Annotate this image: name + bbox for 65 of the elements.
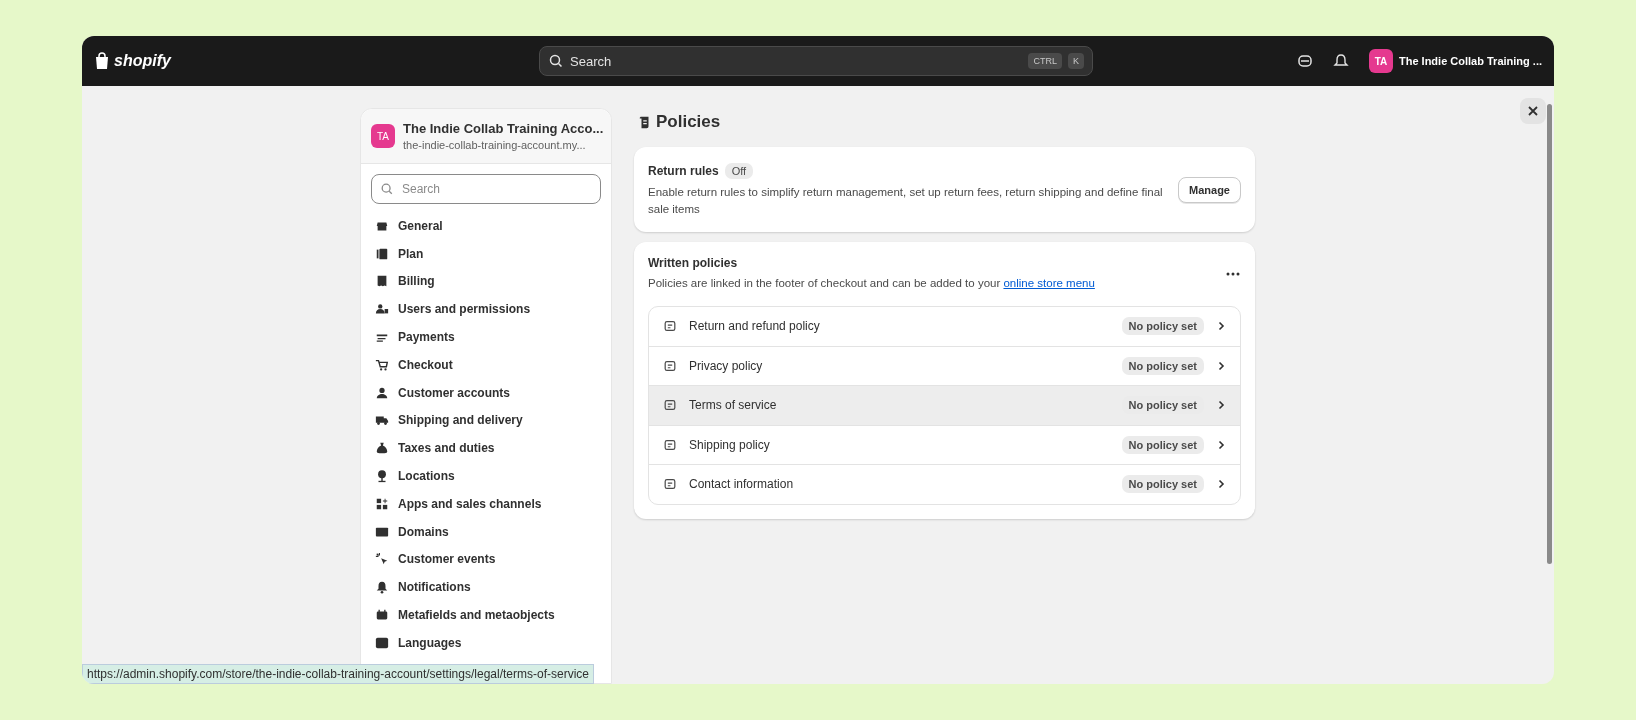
search-field[interactable]: Search CTRL K <box>539 46 1093 76</box>
manage-button[interactable]: Manage <box>1178 176 1241 203</box>
logo-text: shopify <box>114 52 171 70</box>
link-url-tooltip: https://admin.shopify.com/store/the-indie-collab-training-account/settings/legal/terms-of-service <box>82 664 594 684</box>
card-title: Return rules <box>648 164 719 178</box>
policy-name: Shipping policy <box>689 437 771 452</box>
online-store-menu-link[interactable]: online store menu <box>1003 277 1095 289</box>
more-icon[interactable] <box>1225 271 1241 277</box>
chevron-right-icon <box>1216 360 1226 371</box>
status-badge: No policy set <box>1121 356 1204 375</box>
status-badge: No policy set <box>1121 475 1204 494</box>
sidebar-item[interactable]: Apps and sales channels <box>361 489 611 518</box>
store-avatar[interactable]: TA <box>1369 49 1393 73</box>
chevron-right-icon <box>1216 479 1226 490</box>
chevron-right-icon <box>1216 400 1226 411</box>
search-icon <box>548 53 564 69</box>
sidebar-item[interactable]: Taxes and duties <box>361 434 611 463</box>
policy-row[interactable]: Terms of service No policy set <box>649 385 1240 425</box>
sidebar-item[interactable]: Locations <box>361 462 611 490</box>
policy-name: Privacy policy <box>689 358 764 373</box>
policy-row[interactable]: Shipping policy No policy set <box>649 424 1240 464</box>
scrollbar[interactable] <box>1547 104 1552 564</box>
status-badge: No policy set <box>1121 317 1204 336</box>
sidebar-item[interactable]: Customer events <box>361 545 611 574</box>
sidebar-item[interactable]: Checkout <box>361 351 611 379</box>
sidebar-item[interactable]: Shipping and delivery <box>361 406 611 435</box>
sidebar-item[interactable]: Customer accounts <box>361 378 611 407</box>
store-avatar: TA <box>371 124 395 148</box>
policy-name: Contact information <box>689 477 795 492</box>
sidebar-item[interactable]: Payments <box>361 323 611 351</box>
search-icon <box>380 182 394 196</box>
sidebar-item[interactable]: Notifications <box>361 573 611 602</box>
chevron-right-icon <box>1216 439 1226 450</box>
sidebar-item[interactable]: Languages <box>361 628 611 657</box>
chevron-right-icon <box>1216 321 1226 332</box>
search-field[interactable]: Search <box>371 174 601 204</box>
apps-icon <box>375 496 389 511</box>
card-description: Enable return rules to simplify return management, set up return fees, return shipping and define final sale items <box>648 185 1164 217</box>
status-badge: Off <box>724 163 754 179</box>
policy-row[interactable]: Return and refund policy No policy set <box>649 307 1240 346</box>
page-title: Policies <box>656 112 721 132</box>
bell-icon <box>375 580 389 595</box>
sidebar-item[interactable]: Metafields and metaobjects <box>361 601 611 629</box>
store-name: The Indie Collab Training Acco... <box>403 121 604 136</box>
sidebar-item[interactable]: Domains <box>361 517 611 546</box>
cart-icon <box>375 357 389 372</box>
store-domain: the-indie-collab-training-account.my... <box>403 139 587 151</box>
sidebar-item[interactable]: Plan <box>361 239 611 268</box>
store-name[interactable]: The Indie Collab Training ... <box>1399 55 1542 67</box>
shopping-bag-icon <box>94 52 110 70</box>
policy-name: Terms of service <box>689 398 778 413</box>
person-icon <box>375 385 389 400</box>
sidebar-item[interactable]: Billing <box>361 267 611 296</box>
close-button[interactable] <box>1520 98 1546 124</box>
card-description: Policies are linked in the footer of checkout and can be added to your online store menu <box>648 276 1096 291</box>
bell-icon[interactable] <box>1333 53 1349 69</box>
sidebar-item[interactable]: General <box>361 212 611 240</box>
policy-name: Return and refund policy <box>689 319 821 334</box>
shortcut-key: CTRL <box>1028 53 1062 69</box>
status-badge: No policy set <box>1121 435 1204 454</box>
policy-row[interactable]: Contact information No policy set <box>649 464 1240 504</box>
sidebar-item[interactable]: Users and permissions <box>361 295 611 324</box>
card-title: Written policies <box>648 256 739 270</box>
shortcut-key: K <box>1068 53 1084 69</box>
close-icon <box>1528 106 1538 116</box>
